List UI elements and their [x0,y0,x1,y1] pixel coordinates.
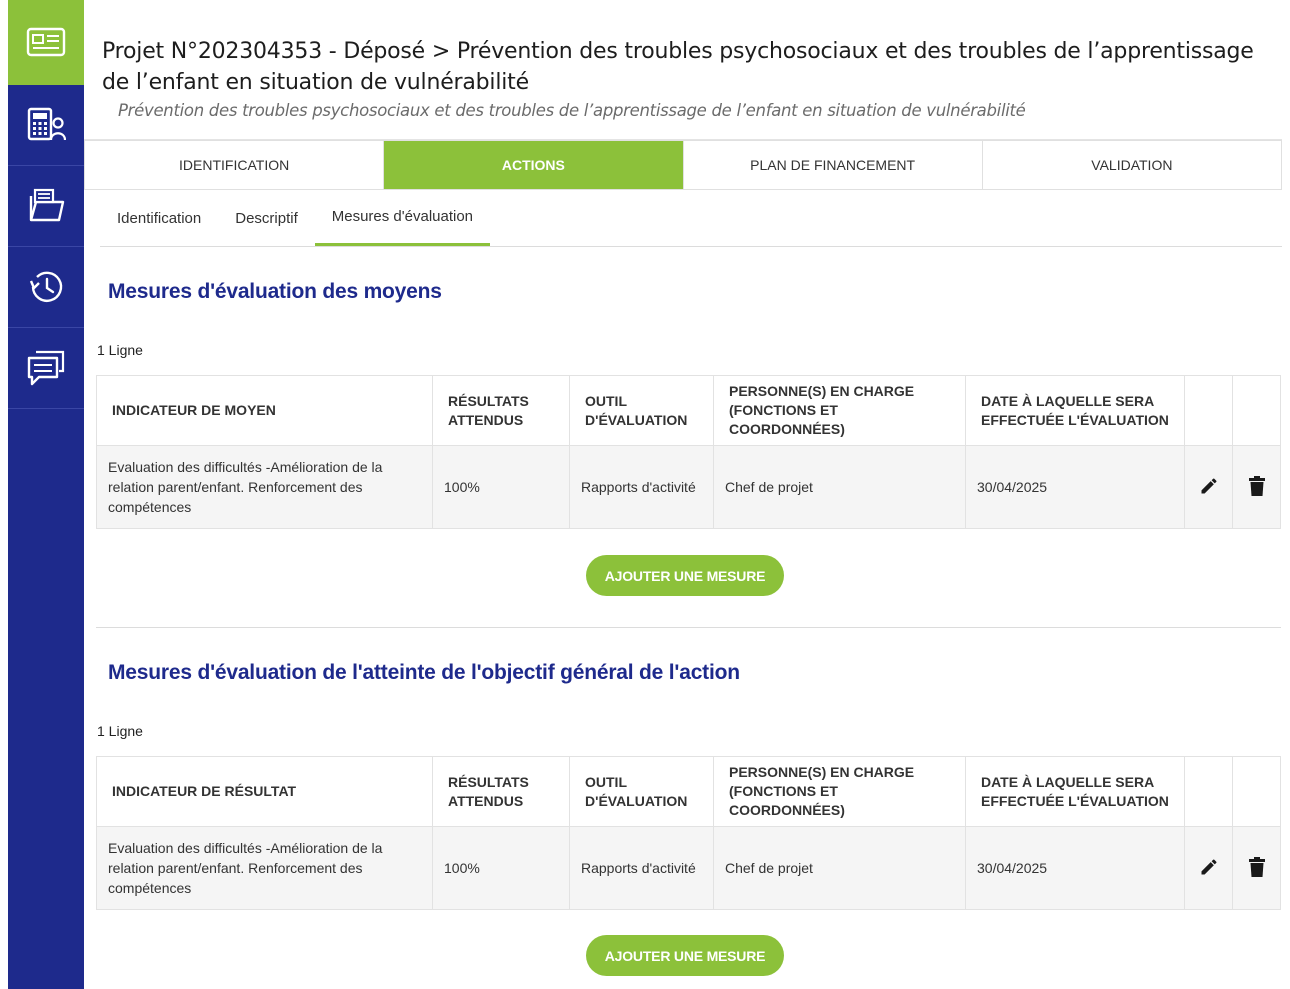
edit-pencil-icon[interactable] [1197,855,1221,879]
column-header: Résultats attendus [432,375,570,446]
section-title-objectif: Mesures d'évaluation de l'atteinte de l'… [108,661,740,684]
row-count: 1 Ligne [97,342,143,358]
cell-edit [1184,445,1233,529]
column-header: Résultats attendus [432,756,570,827]
cell-tool: Rapports d'activité [569,445,714,529]
cell-tool: Rapports d'activité [569,826,714,910]
table-header-row: Indicateur de résultat Résultats attendu… [96,756,1281,827]
subtab-mesures-evaluation[interactable]: Mesures d'évaluation [314,190,491,246]
cell-person: Chef de projet [713,445,966,529]
table-row: Evaluation des difficultés -Amélioration… [96,445,1281,529]
cell-expected: 100% [432,445,570,529]
subtab-descriptif[interactable]: Descriptif [218,190,315,246]
history-clock-icon [26,268,66,306]
page-title: Projet N°202304353 - Déposé > Prévention… [102,39,1254,95]
page-subtitle: Prévention des troubles psychosociaux et… [118,101,1026,120]
edit-pencil-icon[interactable] [1197,474,1221,498]
trash-icon[interactable] [1245,855,1269,879]
evaluation-table-moyens: Indicateur de moyen Résultats attendus O… [96,375,1281,529]
page-header: Projet N°202304353 - Déposé > Prévention… [84,6,1282,140]
column-header-empty [1184,756,1233,827]
column-header-empty [1184,375,1233,446]
column-header: Personne(s) en charge (fonctions et coor… [713,375,966,446]
sidebar-item-messages[interactable] [8,328,84,409]
sidebar-item-documents[interactable] [8,166,84,247]
sidebar-item-budget[interactable] [8,85,84,166]
column-header: Indicateur de moyen [96,375,433,446]
section-title-moyens: Mesures d'évaluation des moyens [108,280,442,303]
column-header: Outil d'évaluation [569,756,714,827]
chat-bubble-icon [26,349,66,387]
column-header-empty [1232,756,1281,827]
id-card-icon [26,26,66,58]
cell-date: 30/04/2025 [965,826,1185,910]
trash-icon[interactable] [1245,474,1269,498]
subtab-identification[interactable]: Identification [100,190,218,246]
cell-date: 30/04/2025 [965,445,1185,529]
tab-identification[interactable]: Identification [85,141,385,189]
tab-validation[interactable]: Validation [983,141,1281,189]
main-tabs: Identification Actions Plan de financeme… [84,140,1282,190]
column-header: Outil d'évaluation [569,375,714,446]
sidebar-item-history[interactable] [8,247,84,328]
cell-delete [1232,826,1281,910]
table-row: Evaluation des difficultés -Amélioration… [96,826,1281,910]
row-count: 1 Ligne [97,723,143,739]
tab-plan-financement[interactable]: Plan de financement [684,141,983,189]
folder-document-icon [26,188,66,224]
column-header: Date à laquelle sera effectuée l'évaluat… [965,756,1185,827]
cell-expected: 100% [432,826,570,910]
add-measure-button[interactable]: Ajouter une mesure [586,555,784,596]
section-divider [96,627,1281,628]
column-header: Indicateur de résultat [96,756,433,827]
sub-tabs: Identification Descriptif Mesures d'éval… [100,190,1282,247]
column-header-empty [1232,375,1281,446]
cell-indicator: Evaluation des difficultés -Amélioration… [96,826,433,910]
table-header-row: Indicateur de moyen Résultats attendus O… [96,375,1281,446]
cell-indicator: Evaluation des difficultés -Amélioration… [96,445,433,529]
evaluation-table-objectif: Indicateur de résultat Résultats attendu… [96,756,1281,910]
column-header: Date à laquelle sera effectuée l'évaluat… [965,375,1185,446]
cell-edit [1184,826,1233,910]
calculator-person-icon [26,107,66,143]
cell-person: Chef de projet [713,826,966,910]
sidebar-item-project[interactable] [8,0,84,85]
cell-delete [1232,445,1281,529]
sidebar [8,0,84,989]
column-header: Personne(s) en charge (fonctions et coor… [713,756,966,827]
tab-actions[interactable]: Actions [384,141,684,189]
main-content: Projet N°202304353 - Déposé > Prévention… [84,0,1290,989]
add-measure-button[interactable]: Ajouter une mesure [586,935,784,976]
